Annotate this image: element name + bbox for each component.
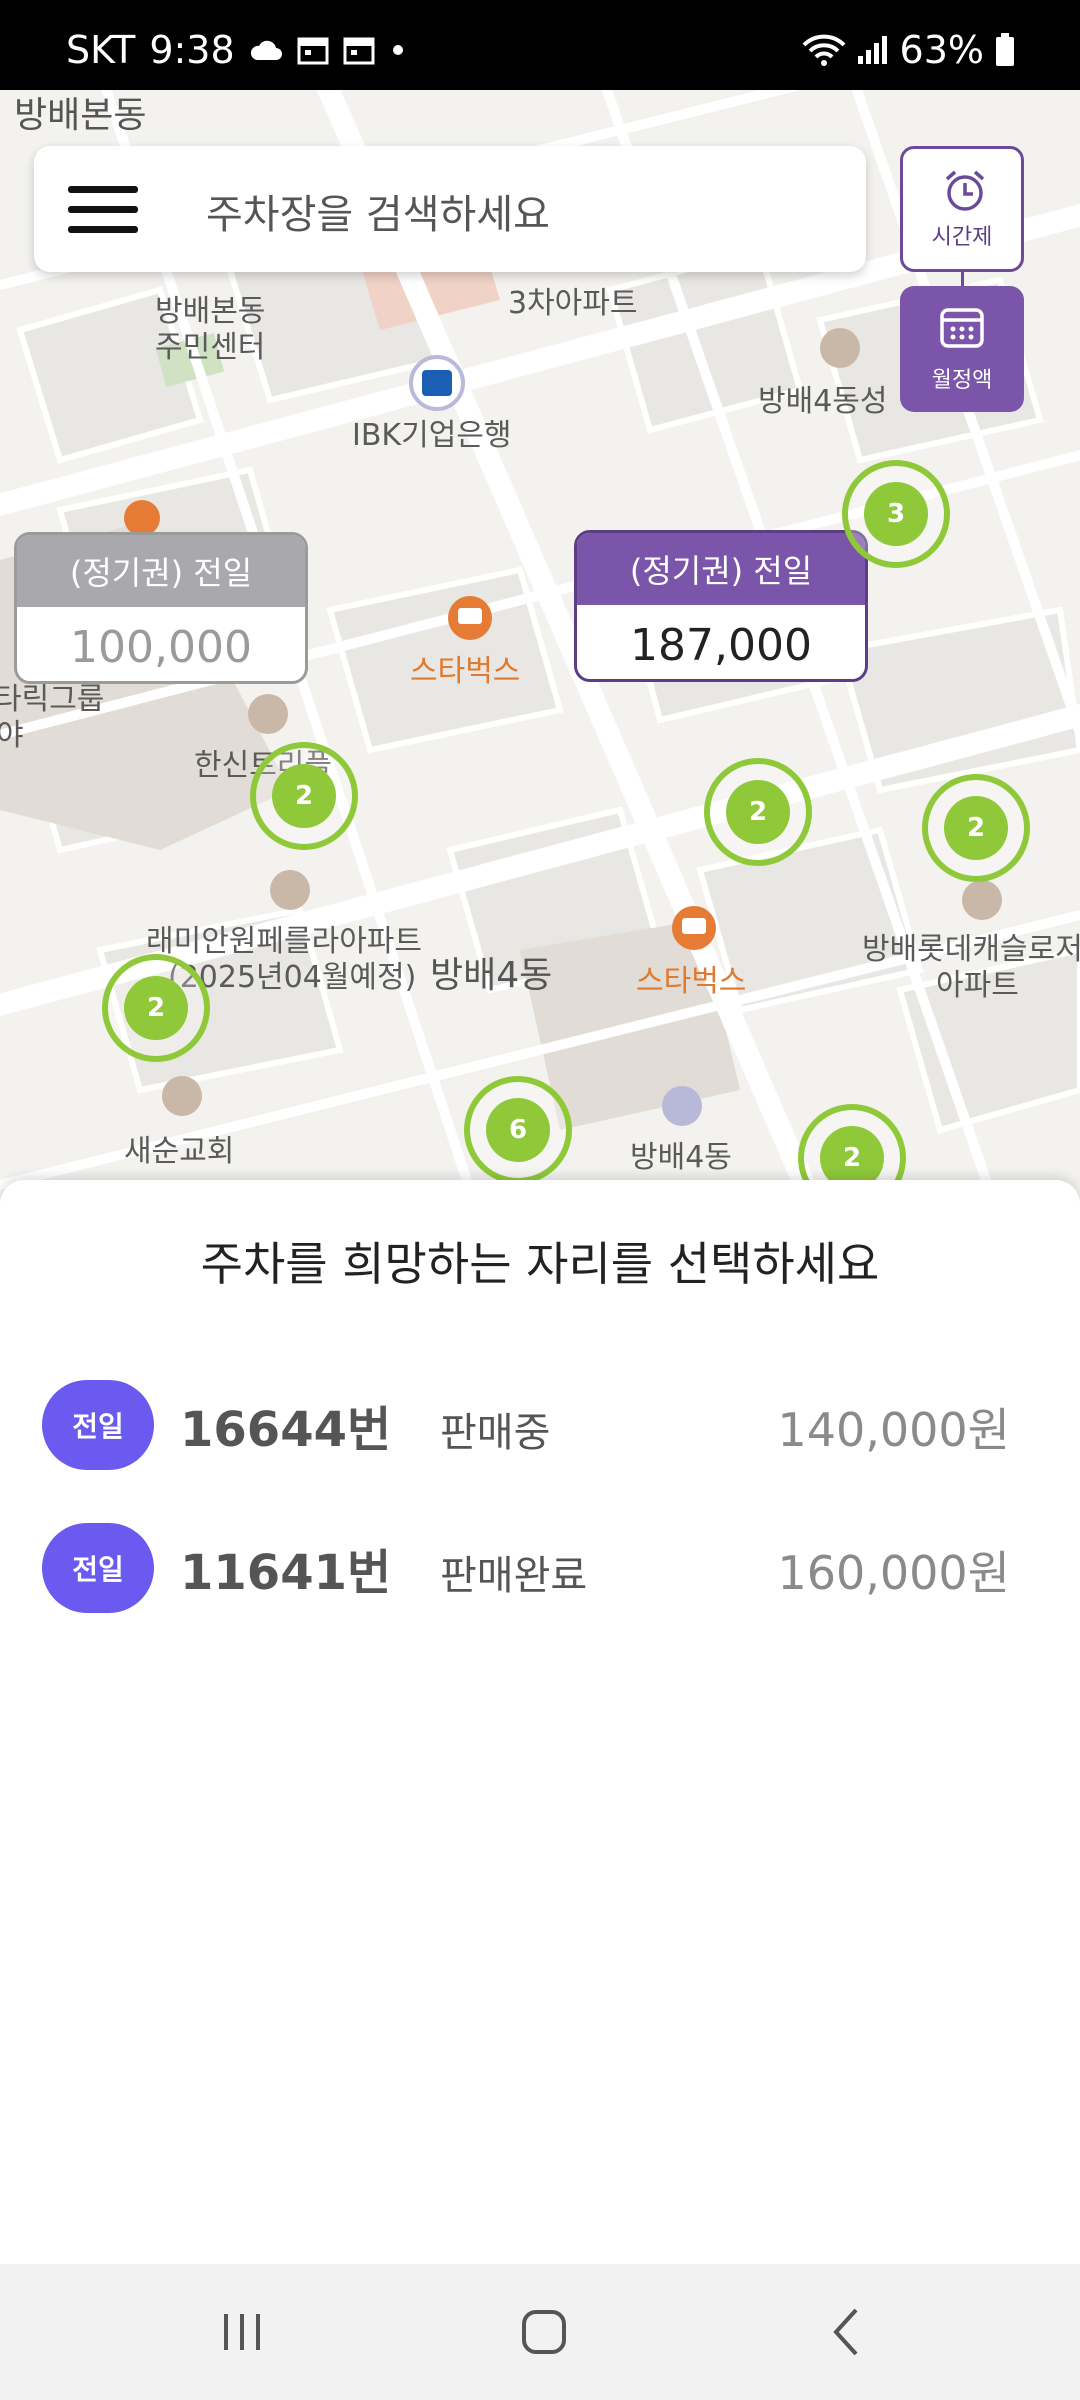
spot-row[interactable]: 전일 11641번 판매완료 160,000원 [0,1509,1080,1619]
map-label-church: 새순교회 [124,1134,235,1169]
map-label-church-right: 방배4동성 [758,384,888,419]
price-tag-header: (정기권) 전일 [577,533,865,605]
parking-cluster[interactable]: 2 [250,742,358,850]
parking-cluster[interactable]: 2 [102,954,210,1062]
calendar-icon [297,37,329,65]
map-label-starbucks-1: 스타벅스 [410,654,521,689]
carrier-label: SKT [66,28,136,72]
sheet-title: 주차를 희망하는 자리를 선택하세요 [200,1237,880,1291]
map-label-area: 방배본동 [14,95,147,136]
parking-cluster[interactable]: 2 [704,758,812,866]
map-label-lotte-2: 아파트 [936,968,1019,1003]
cluster-count: 2 [726,780,790,844]
parking-cluster[interactable]: 6 [464,1076,572,1184]
cloud-icon [250,40,282,60]
spot-number: 11641번 [180,1545,392,1601]
cluster-count: 2 [272,764,336,828]
parking-cluster[interactable]: 3 [842,460,950,568]
cluster-count: 3 [864,482,928,546]
spot-price: 160,000원 [777,1546,1010,1600]
calendar-icon [343,37,375,65]
spot-status: 판매완료 [440,1553,588,1599]
system-nav-bar [0,2264,1080,2400]
map-label-apartment: 3차아파트 [508,286,638,321]
map-label-starbucks-2: 스타벅스 [636,964,747,999]
hourly-button[interactable]: 시간제 [900,146,1024,272]
map-label-center-2: 주민센터 [155,330,266,365]
battery-icon [996,33,1014,66]
spot-number: 16644번 [180,1402,392,1458]
recent-apps-icon[interactable] [202,2292,282,2372]
button-connector [961,272,964,286]
price-tag-header: (정기권) 전일 [17,535,305,607]
price-tag-gray[interactable]: (정기권) 전일 100,000 [14,532,308,684]
search-bar[interactable]: 주차장을 검색하세요 [34,146,866,272]
signal-icon [857,36,887,64]
spot-status: 판매중 [440,1410,551,1456]
alarm-clock-icon [945,170,985,211]
parking-cluster[interactable]: 2 [922,774,1030,882]
spot-type-badge: 전일 [42,1380,154,1470]
map-label-bank: IBK기업은행 [352,418,512,453]
status-bar: SKT 9:38 63% [0,0,1080,90]
clock: 9:38 [149,28,235,72]
menu-icon[interactable] [68,186,138,234]
status-right: 63% [802,28,1016,72]
hourly-button-label: 시간제 [931,225,993,250]
home-icon[interactable] [504,2292,584,2372]
battery-percent: 63% [899,28,984,72]
price-tag-purple[interactable]: (정기권) 전일 187,000 [574,530,868,682]
back-icon[interactable] [808,2292,888,2372]
spot-row[interactable]: 전일 16644번 판매중 140,000원 [0,1366,1080,1476]
dot-icon [392,45,403,55]
spot-selection-sheet: 주차를 희망하는 자리를 선택하세요 전일 16644번 판매중 140,000… [0,1180,1080,2264]
cluster-count: 2 [124,976,188,1040]
price-tag-value: 100,000 [70,621,252,673]
map-label-district: 방배4동 [430,955,553,996]
monthly-button[interactable]: 월정액 [900,286,1024,412]
cluster-count: 2 [944,796,1008,860]
map-label-office: 방배4동 [630,1140,732,1175]
cluster-count: 6 [486,1098,550,1162]
map-label-left-edge: 야 [0,718,24,753]
price-tag-value: 187,000 [630,619,812,671]
status-left: SKT 9:38 [66,28,407,72]
wifi-icon [802,34,845,66]
monthly-button-label: 월정액 [931,368,993,393]
calendar-icon [940,308,984,348]
spot-type-badge: 전일 [42,1523,154,1613]
search-input[interactable]: 주차장을 검색하세요 [206,182,550,240]
screen: SKT 9:38 63% 방배본동 방배본동 주민센터 3차아파트 IBK기업은… [0,0,1080,2400]
spot-price: 140,000원 [777,1403,1010,1457]
